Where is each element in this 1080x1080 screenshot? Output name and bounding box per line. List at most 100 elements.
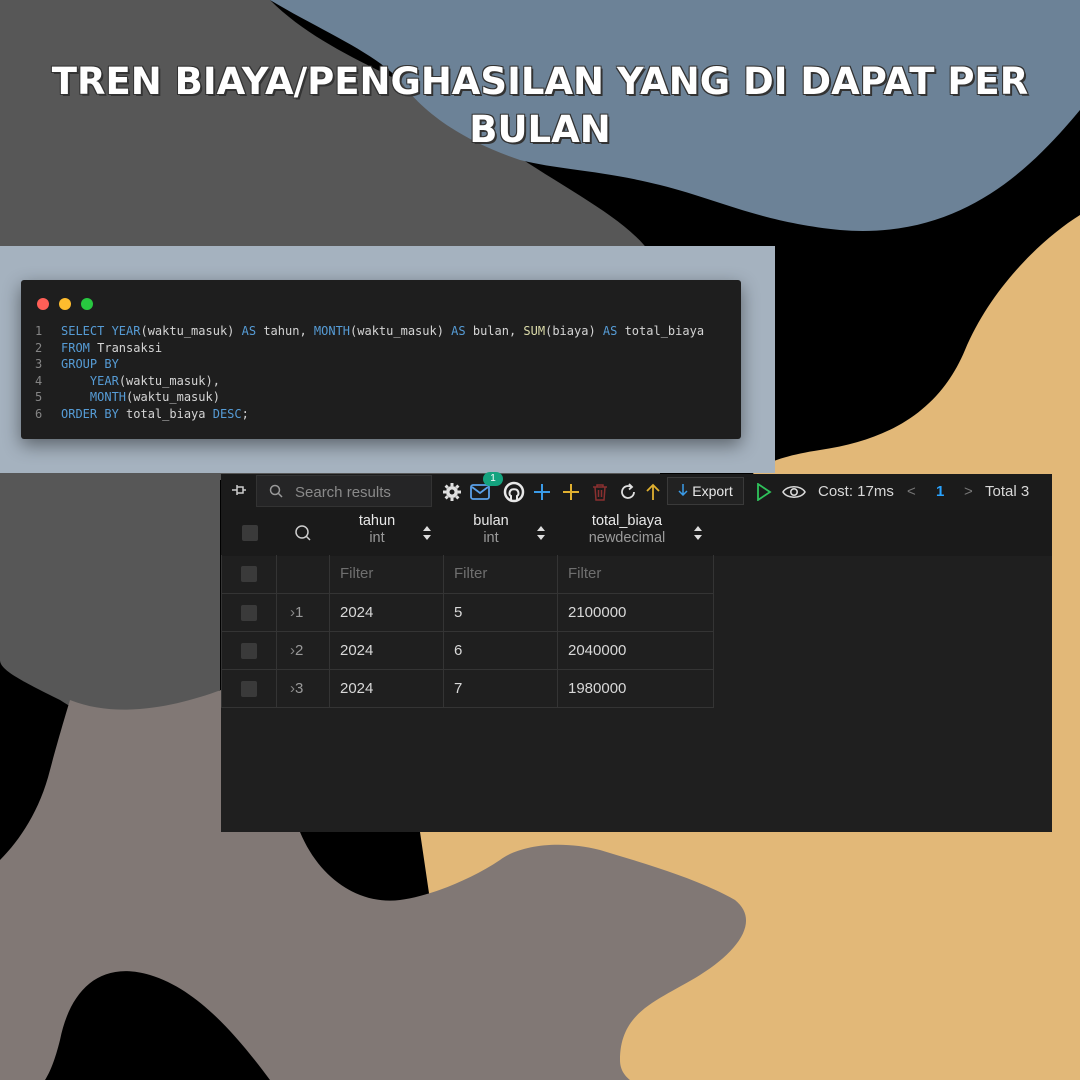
code-token: DESC	[212, 406, 242, 421]
code-line: 4 YEAR(waktu_masuk),	[35, 373, 704, 390]
line-number: 4	[35, 373, 43, 388]
export-button[interactable]: Export	[667, 477, 744, 505]
results-toolbar: 1 Export Cost: 17ms	[221, 472, 1052, 510]
table-cell[interactable]: 7	[444, 670, 558, 708]
close-dot[interactable]	[37, 298, 49, 310]
row-checkbox[interactable]	[241, 566, 257, 582]
code-token: GROUP BY	[61, 357, 119, 372]
prev-page-button[interactable]: <	[907, 483, 916, 500]
table-cell[interactable]: 2040000	[558, 632, 714, 670]
search-column-icon[interactable]	[294, 524, 312, 547]
minimize-dot[interactable]	[59, 298, 71, 310]
github-icon[interactable]	[503, 478, 525, 506]
code-token: (waktu_masuk)	[350, 324, 452, 338]
code-token: MONTH	[313, 324, 351, 338]
line-number: 6	[35, 406, 43, 421]
filter-index-cell	[277, 555, 330, 594]
sort-icon[interactable]	[422, 524, 432, 542]
row-checkbox[interactable]	[241, 681, 257, 697]
code-line: 3 GROUP BY	[35, 356, 704, 373]
line-number: 5	[35, 390, 43, 405]
search-box[interactable]	[256, 475, 432, 507]
table-header: tahun int bulan int total_biaya newdecim…	[221, 510, 1052, 556]
code-line: 2 FROM Transaksi	[35, 340, 704, 357]
upload-icon[interactable]	[643, 478, 663, 506]
code-window: 1 SELECT YEAR(waktu_masuk) AS tahun, MONT…	[21, 280, 741, 439]
column-type: int	[369, 530, 385, 546]
trash-icon[interactable]	[589, 478, 611, 506]
filter-input[interactable]: Filter	[330, 555, 444, 594]
column-header-total-biaya[interactable]: total_biaya newdecimal	[567, 513, 687, 547]
code-token: AS	[602, 324, 618, 338]
code-token: bulan,	[465, 324, 524, 338]
code-line: 5 MONTH(waktu_masuk)	[35, 389, 704, 406]
row-expand-toggle[interactable]: ›2	[277, 632, 330, 670]
code-line: 6 ORDER BY total_biaya DESC;	[35, 406, 704, 423]
select-all-checkbox[interactable]	[242, 525, 258, 541]
current-page: 1	[936, 483, 945, 500]
code-token: SUM	[523, 324, 546, 338]
column-header-tahun[interactable]: tahun int	[331, 513, 423, 547]
eye-icon[interactable]	[781, 478, 807, 506]
row-index: 1	[295, 604, 304, 621]
code-token: AS	[451, 324, 466, 338]
row-index: 2	[295, 642, 304, 659]
row-index: 3	[295, 680, 304, 697]
sort-icon[interactable]	[536, 524, 546, 542]
filter-checkbox-cell	[221, 555, 277, 594]
play-icon[interactable]	[753, 478, 775, 506]
column-name: tahun	[358, 513, 396, 529]
row-expand-toggle[interactable]: ›1	[277, 594, 330, 632]
table-cell[interactable]: 5	[444, 594, 558, 632]
code-token: FROM	[61, 340, 90, 355]
table-cell[interactable]: 6	[444, 632, 558, 670]
line-number: 2	[35, 340, 43, 355]
notification-badge: 1	[483, 472, 503, 486]
code-token: ORDER BY	[61, 406, 119, 421]
filter-input[interactable]: Filter	[558, 555, 714, 594]
row-select-cell	[221, 632, 277, 670]
page-title: TREN BIAYA/PENGHASILAN YANG DI DAPAT PER…	[51, 60, 1029, 151]
refresh-icon[interactable]	[617, 478, 639, 506]
query-cost: Cost: 17ms	[818, 483, 894, 500]
gear-icon[interactable]	[441, 478, 463, 506]
column-header-bulan[interactable]: bulan int	[445, 513, 537, 547]
code-token: MONTH	[89, 390, 127, 405]
code-token: (waktu_masuk)	[140, 324, 242, 338]
column-name: total_biaya	[591, 513, 663, 529]
row-select-cell	[221, 594, 277, 632]
row-select-cell	[221, 670, 277, 708]
plus-icon[interactable]	[531, 478, 553, 506]
next-page-button[interactable]: >	[964, 483, 973, 500]
sort-icon[interactable]	[693, 524, 703, 542]
code-token: YEAR	[111, 324, 141, 338]
code-token: (biaya)	[545, 324, 603, 338]
line-number: 3	[35, 357, 43, 372]
code-token: tahun,	[256, 324, 314, 338]
code-token: AS	[241, 324, 257, 338]
code-token: (waktu_masuk)	[126, 390, 220, 405]
table-cell[interactable]: 2024	[330, 594, 444, 632]
add-row-icon[interactable]	[560, 478, 582, 506]
maximize-dot[interactable]	[81, 298, 93, 310]
filter-input[interactable]: Filter	[444, 555, 558, 594]
column-type: newdecimal	[588, 530, 666, 546]
table-cell[interactable]: 2024	[330, 632, 444, 670]
row-checkbox[interactable]	[241, 605, 257, 621]
code-token: total_biaya	[118, 406, 213, 421]
row-checkbox[interactable]	[241, 643, 257, 659]
table-cell[interactable]: 2024	[330, 670, 444, 708]
code-token: total_biaya	[617, 324, 705, 338]
line-number: 1	[35, 324, 43, 338]
export-label: Export	[692, 483, 733, 499]
pin-icon[interactable]	[231, 483, 247, 501]
search-input[interactable]	[295, 482, 425, 502]
row-expand-toggle[interactable]: ›3	[277, 670, 330, 708]
code-token: ;	[241, 406, 249, 421]
table-cell[interactable]: 1980000	[558, 670, 714, 708]
code-line: 1 SELECT YEAR(waktu_masuk) AS tahun, MONT…	[35, 323, 704, 340]
table-cell[interactable]: 2100000	[558, 594, 714, 632]
code-token: Transaksi	[89, 340, 163, 355]
